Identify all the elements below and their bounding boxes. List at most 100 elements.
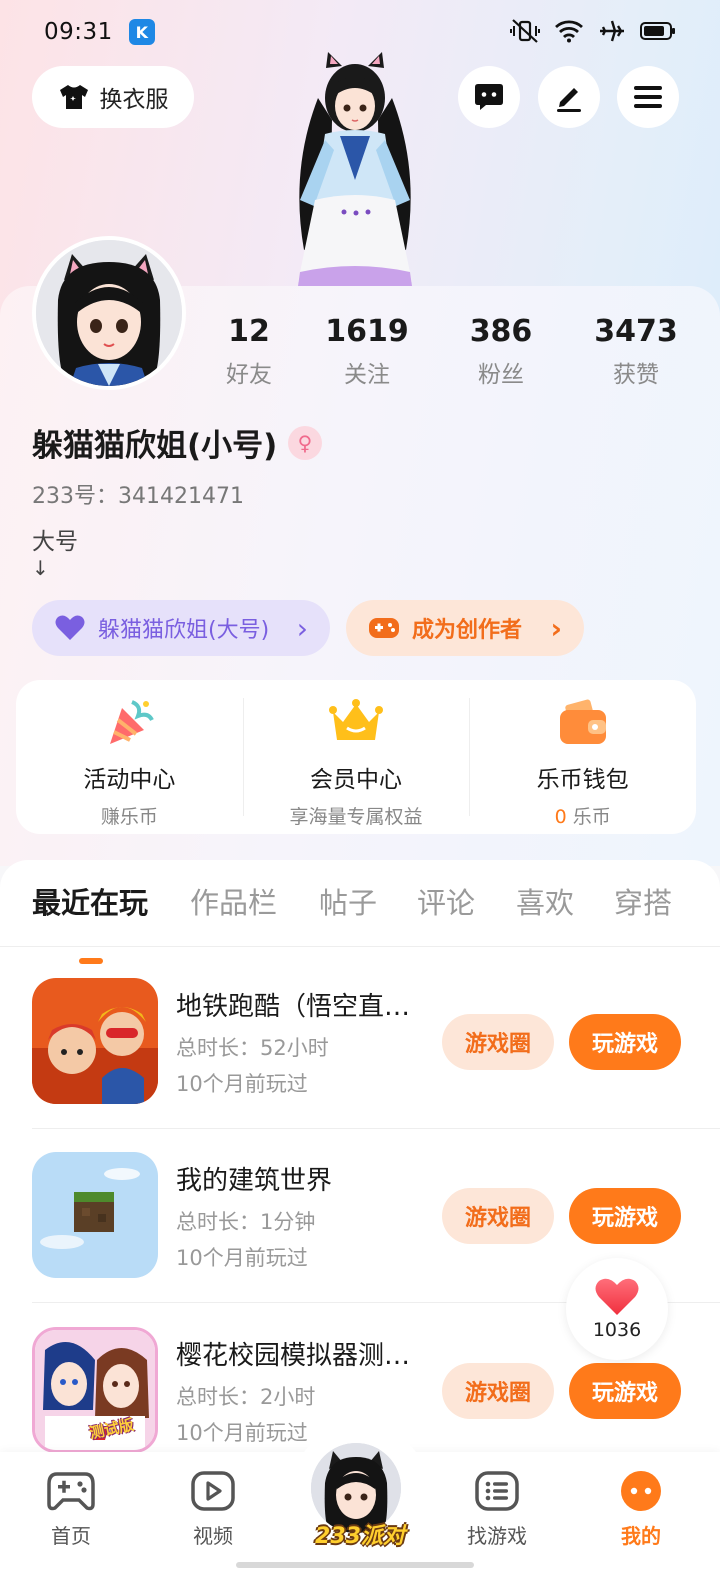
vip-center-subtitle: 享海量专属权益 [289,806,423,828]
game-playtime: 总时长：1分钟 [176,1210,316,1234]
profile-bio-line-1: 大号 [32,529,78,555]
row-divider [32,1128,720,1129]
profile-avatar[interactable] [32,236,186,390]
game-title: 我的建筑世界 [176,1166,333,1196]
status-time: 09:31 [44,19,113,45]
nav-me-label: 我的 [621,1524,661,1548]
chat-bubble-icon [475,84,503,110]
like-count: 1036 [592,1319,642,1341]
nav-video[interactable]: 视频 [168,1470,258,1549]
coin-balance: 0 [554,806,567,828]
heart-link-icon [55,615,85,640]
like-floating-button[interactable]: 1036 [566,1258,668,1360]
profile-bio-line-2: ↓ [32,556,49,580]
nav-video-label: 视频 [193,1524,233,1548]
game-thumbnail [32,978,158,1104]
me-nav-icon [621,1471,661,1511]
tab-posts[interactable]: 帖子 [319,880,377,922]
main-account-link[interactable]: 躲猫猫欣姐(大号) › [32,600,330,656]
crown-icon [329,699,383,740]
nav-party-label[interactable]: 233派对 [300,1518,420,1550]
stat-following-label: 关注 [344,362,390,388]
coin-wallet-subtitle: 0 乐币 [555,802,611,829]
coin-unit: 乐币 [566,806,611,828]
video-nav-icon [191,1471,235,1511]
activity-center-button[interactable]: 活动中心 赚乐币 [16,680,243,834]
game-playtime: 总时长：2小时 [176,1385,316,1409]
gender-female-icon: ♀ [288,426,322,460]
nav-find-games[interactable]: 找游戏 [452,1470,542,1549]
tab-likes[interactable]: 喜欢 [516,880,574,922]
avatar-portrait [36,240,182,386]
game-title: 樱花校园模拟器测… [176,1341,411,1371]
tab-works[interactable]: 作品栏 [190,880,277,922]
stat-likes[interactable]: 3473 获赞 [566,314,706,389]
activity-center-subtitle: 赚乐币 [100,806,158,828]
game-thumbnail [32,1152,158,1278]
wallet-icon [559,699,606,744]
list-nav-icon [475,1471,519,1511]
stat-fans-label: 粉丝 [478,362,524,388]
game-thumbnail: 测试版 [32,1327,158,1453]
stat-likes-value: 3473 [594,314,678,349]
shirt-icon [59,85,88,109]
tab-outfits[interactable]: 穿搭 [614,880,672,922]
change-outfit-label: 换衣服 [99,87,169,113]
pen-icon [557,88,581,112]
gamepad-nav-icon [47,1472,95,1511]
messages-button[interactable] [458,66,520,128]
profile-tabs: 最近在玩 作品栏 帖子 评论 喜欢 穿搭 [0,880,720,964]
play-game-button[interactable]: 玩游戏 [569,1014,681,1070]
change-outfit-button[interactable]: 换衣服 [32,66,194,128]
vip-center-title: 会员中心 [310,767,402,793]
wifi-icon [555,20,583,43]
avatar-character-figure [298,52,412,286]
become-creator-button[interactable]: 成为创作者 › [346,600,584,656]
tab-comments[interactable]: 评论 [417,880,475,922]
game-playtime: 总时长：52小时 [176,1036,329,1060]
game-circle-button[interactable]: 游戏圈 [442,1188,554,1244]
stat-fans[interactable]: 386 粉丝 [431,314,571,389]
edit-profile-button[interactable] [538,66,600,128]
home-indicator [236,1562,474,1568]
menu-button[interactable] [617,66,679,128]
game-title: 地铁跑酷（悟空直… [176,992,411,1022]
game-circle-button[interactable]: 游戏圈 [442,1014,554,1070]
tab-recent-played[interactable]: 最近在玩 [32,880,148,922]
nav-find-games-label: 找游戏 [467,1524,527,1548]
become-creator-label: 成为创作者 [412,618,523,643]
profile-uid[interactable]: 233号：341421471 [32,478,244,510]
game-list-item[interactable]: 地铁跑酷（悟空直… 总时长：52小时 10个月前玩过 游戏圈 玩游戏 [0,978,720,1153]
coin-wallet-button[interactable]: 乐币钱包 0 乐币 [469,680,696,834]
app-notification-icon: K [128,19,155,45]
play-game-button[interactable]: 玩游戏 [569,1188,681,1244]
subway-surfers-thumbnail [32,978,158,1104]
activity-center-title: 活动中心 [83,767,176,793]
game-last-played: 10个月前玩过 [176,1421,308,1445]
gamepad-icon [369,618,399,638]
quick-access-panel: 活动中心 赚乐币 会员中心 享海量专属权益 乐币钱包 0 乐币 [16,680,696,834]
airplane-mode-icon [600,20,624,42]
active-tab-indicator [79,958,103,964]
game-last-played: 10个月前玩过 [176,1246,308,1270]
stat-likes-label: 获赞 [613,362,659,388]
tabs-divider [0,946,720,947]
play-game-button[interactable]: 玩游戏 [569,1363,681,1419]
building-world-thumbnail [32,1152,158,1278]
profile-nickname: 躲猫猫欣姐(小号) [32,428,278,464]
party-popper-icon [110,700,155,744]
game-last-played: 10个月前玩过 [176,1072,308,1096]
nav-home-label: 首页 [51,1524,91,1548]
stat-following[interactable]: 1619 关注 [297,314,437,389]
heart-icon [595,1278,639,1315]
vip-center-button[interactable]: 会员中心 享海量专属权益 [242,680,470,834]
main-account-label: 躲猫猫欣姐(大号) [98,618,270,643]
nav-me[interactable]: 我的 [596,1470,686,1549]
game-circle-button[interactable]: 游戏圈 [442,1363,554,1419]
stat-following-value: 1619 [325,314,409,349]
mute-vibrate-icon [510,19,540,43]
stat-fans-value: 386 [469,314,533,349]
coin-wallet-title: 乐币钱包 [536,767,629,793]
nav-home[interactable]: 首页 [26,1470,116,1549]
chevron-right-icon: › [550,611,562,645]
